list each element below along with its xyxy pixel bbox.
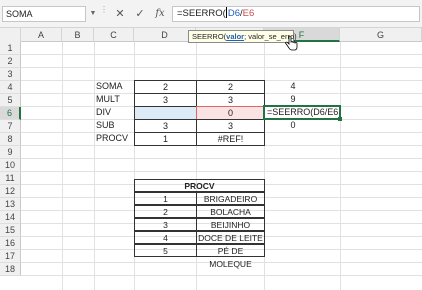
- cancel-icon[interactable]: ✕: [111, 6, 129, 22]
- row-header-11[interactable]: 11: [0, 172, 21, 185]
- procv-name-cell[interactable]: BOLACHA: [196, 205, 265, 218]
- dropdown-arrow-icon[interactable]: ▼: [88, 6, 98, 22]
- column-header-b[interactable]: B: [62, 28, 94, 42]
- column-header-a[interactable]: A: [21, 28, 62, 42]
- row-header-17[interactable]: 17: [0, 250, 21, 263]
- formula-input[interactable]: =SEERRO(D6/E6: [172, 6, 420, 22]
- tooltip-arg-valor[interactable]: valor: [226, 32, 244, 41]
- row-header-9[interactable]: 9: [0, 146, 21, 159]
- function-tooltip: SEERRO(valor; valor_se_erro): [188, 30, 297, 43]
- label-mult: MULT: [96, 94, 120, 104]
- column-header-c[interactable]: C: [94, 28, 134, 42]
- cell-e5[interactable]: 3: [196, 93, 265, 107]
- grid-row-line: [21, 158, 422, 159]
- label-div: DIV: [96, 107, 112, 117]
- tooltip-func[interactable]: SEERRO(: [192, 32, 226, 41]
- procv-num-cell[interactable]: 4: [134, 231, 197, 244]
- row-header-14[interactable]: 14: [0, 211, 21, 224]
- pointer-hand-icon: [285, 36, 298, 51]
- procv-num-cell[interactable]: 3: [134, 218, 197, 231]
- formula-prefix: =SEERRO(: [177, 8, 226, 19]
- label-procv: PROCV: [96, 133, 129, 143]
- cell-d7[interactable]: 3: [134, 119, 197, 133]
- label-sub: SUB: [96, 120, 115, 130]
- cell-d5[interactable]: 3: [134, 93, 197, 107]
- cell-f4[interactable]: 4: [264, 80, 322, 93]
- row-header-7[interactable]: 7: [0, 120, 21, 133]
- cell-d8[interactable]: 1: [134, 132, 197, 146]
- select-all-corner[interactable]: [0, 28, 21, 42]
- row-header-3[interactable]: 3: [0, 68, 21, 81]
- cell-e8[interactable]: #REF!: [196, 132, 265, 146]
- row-header-10[interactable]: 10: [0, 159, 21, 172]
- procv-name-cell[interactable]: DOCE DE LEITE: [196, 231, 265, 244]
- enter-icon[interactable]: ✓: [131, 6, 149, 22]
- procv-header: PROCV: [134, 179, 265, 192]
- formula-ref-d6: D6: [227, 8, 240, 19]
- column-header-g[interactable]: G: [340, 28, 422, 42]
- cell-d6[interactable]: [134, 106, 197, 120]
- fx-icon[interactable]: fx: [151, 6, 169, 22]
- cell-e6[interactable]: 0: [196, 106, 265, 120]
- column-header-d[interactable]: D: [134, 28, 196, 42]
- row-header-1[interactable]: 1: [0, 42, 21, 55]
- cell-e7[interactable]: 3: [196, 119, 265, 133]
- row-header-16[interactable]: 16: [0, 237, 21, 250]
- fill-handle[interactable]: [338, 117, 342, 121]
- procv-num-cell[interactable]: 5: [134, 244, 197, 257]
- cell-f6-editing[interactable]: =SEERRO(D6/E6: [263, 105, 341, 120]
- grid-row-line: [21, 67, 422, 68]
- row-header-8[interactable]: 8: [0, 133, 21, 146]
- formula-bar-grip-icon: ⋮: [100, 5, 108, 14]
- row-header-12[interactable]: 12: [0, 185, 21, 198]
- procv-name-cell[interactable]: BRIGADEIRO: [196, 192, 265, 205]
- cell-e4[interactable]: 2: [196, 80, 265, 94]
- row-header-6[interactable]: 6: [0, 107, 21, 120]
- row-header-15[interactable]: 15: [0, 224, 21, 237]
- name-box[interactable]: SOMA: [2, 6, 86, 22]
- row-header-5[interactable]: 5: [0, 94, 21, 107]
- grid-row-line: [21, 275, 422, 276]
- label-soma: SOMA: [96, 81, 123, 91]
- procv-name-cell[interactable]: PÉ DE MOLEQUE: [196, 244, 265, 269]
- cell-f7[interactable]: 0: [264, 119, 322, 132]
- grid-row-line: [21, 171, 422, 172]
- cell-d4[interactable]: 2: [134, 80, 197, 94]
- formula-ref-e6: E6: [242, 8, 255, 19]
- procv-num-cell[interactable]: 2: [134, 205, 197, 218]
- procv-name-cell[interactable]: BEIJINHO: [196, 218, 265, 231]
- row-header-2[interactable]: 2: [0, 55, 21, 68]
- row-header-13[interactable]: 13: [0, 198, 21, 211]
- row-header-4[interactable]: 4: [0, 81, 21, 94]
- procv-num-cell[interactable]: 1: [134, 192, 197, 205]
- grid-row-line: [21, 54, 422, 55]
- row-header-18[interactable]: 18: [0, 263, 21, 276]
